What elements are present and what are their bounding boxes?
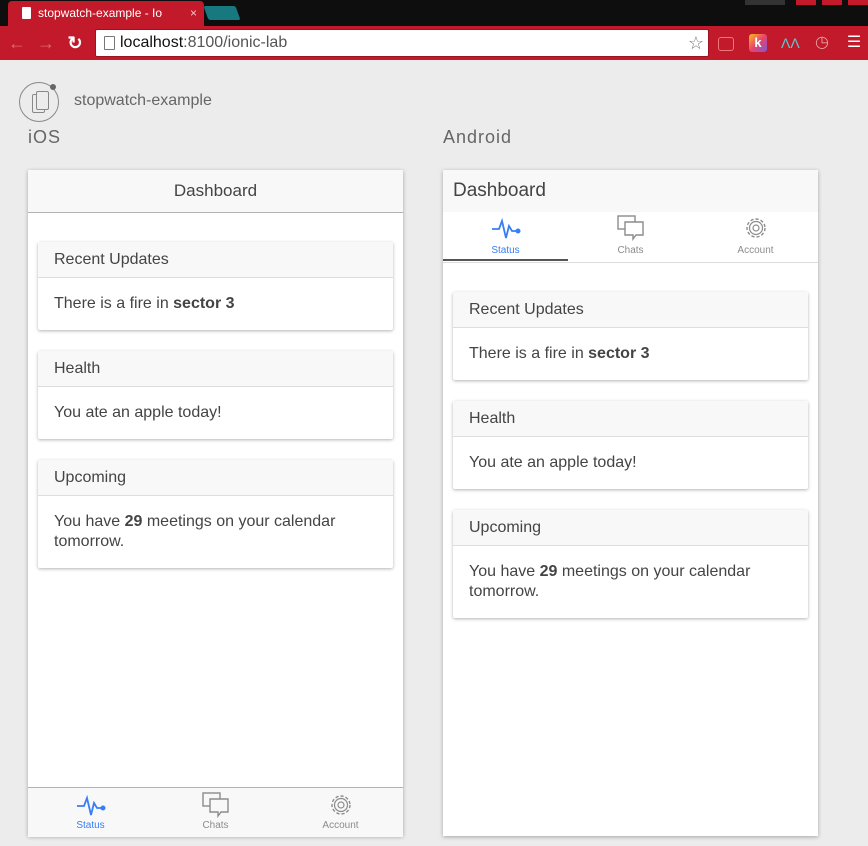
android-platform-label: Android xyxy=(443,127,513,147)
page-icon xyxy=(22,7,31,19)
tab-chats[interactable]: Chats xyxy=(568,212,693,261)
pulse-icon xyxy=(491,217,520,239)
chat-bubbles-icon xyxy=(616,215,644,242)
card-header: Recent Updates xyxy=(38,242,393,278)
tab-label: Status xyxy=(76,820,105,831)
clock-extension-icon[interactable]: ◷ xyxy=(813,34,831,52)
menu-icon[interactable]: ☰ xyxy=(845,34,863,52)
close-tab-icon[interactable]: × xyxy=(190,1,197,26)
ionic-lab-logo xyxy=(19,82,59,122)
card-health: Health You ate an apple today! xyxy=(453,401,808,489)
card-body: You have 29 meetings on your calendar to… xyxy=(54,513,336,550)
android-tab-bar: Status Chats Account xyxy=(443,212,818,263)
tab-label: Chats xyxy=(617,245,644,256)
browser-toolbar: ← → ↻ localhost:8100/ionic-lab ☆ k ΛΛ ◷ … xyxy=(0,26,868,60)
android-device-preview: Dashboard Status Chats Account Recent Up… xyxy=(443,170,818,836)
reload-icon[interactable]: ↻ xyxy=(63,31,87,55)
gear-icon xyxy=(330,795,351,815)
tab-label: Status xyxy=(491,245,520,256)
url-path: :8100/ionic-lab xyxy=(183,34,288,51)
back-icon[interactable]: ← xyxy=(5,31,29,55)
app-name: stopwatch-example xyxy=(74,92,212,109)
tab-account[interactable]: Account xyxy=(278,788,403,837)
tab-status[interactable]: Status xyxy=(28,788,153,837)
tab-status[interactable]: Status xyxy=(443,212,568,261)
card-body: You ate an apple today! xyxy=(54,404,222,421)
card-upcoming: Upcoming You have 29 meetings on your ca… xyxy=(453,510,808,618)
card-header: Upcoming xyxy=(38,460,393,496)
card-body: You have 29 meetings on your calendar to… xyxy=(469,563,751,600)
card-header: Upcoming xyxy=(453,510,808,546)
card-header: Health xyxy=(38,351,393,387)
new-tab-button[interactable] xyxy=(203,6,241,20)
android-toolbar-title: Dashboard xyxy=(443,170,818,212)
forward-icon[interactable]: → xyxy=(34,31,58,55)
close-window-button[interactable] xyxy=(848,0,868,5)
ios-device-preview: Dashboard Recent Updates There is a fire… xyxy=(28,170,403,837)
address-bar[interactable]: localhost:8100/ionic-lab ☆ xyxy=(95,29,709,57)
card-upcoming: Upcoming You have 29 meetings on your ca… xyxy=(38,460,393,568)
ios-platform-label: iOS xyxy=(28,127,62,147)
k-extension-icon[interactable]: k xyxy=(749,34,767,52)
minimize-button[interactable] xyxy=(796,0,816,5)
url-text: localhost:8100/ionic-lab xyxy=(120,30,287,56)
maximize-button[interactable] xyxy=(822,0,842,5)
card-body: There is a fire in sector 3 xyxy=(469,345,650,362)
card-recent-updates: Recent Updates There is a fire in sector… xyxy=(453,292,808,380)
ios-tab-bar: Status Chats Account xyxy=(28,787,403,837)
cast-icon[interactable] xyxy=(718,37,734,51)
browser-tab[interactable]: stopwatch-example - Io × xyxy=(8,1,204,26)
window-profile-button[interactable] xyxy=(745,0,785,5)
card-health: Health You ate an apple today! xyxy=(38,351,393,439)
tab-label: Chats xyxy=(202,820,229,831)
chat-bubbles-icon xyxy=(201,792,229,819)
card-body: You ate an apple today! xyxy=(469,454,637,471)
card-header: Health xyxy=(453,401,808,437)
browser-tab-strip: stopwatch-example - Io × xyxy=(0,0,868,26)
url-host: localhost xyxy=(120,34,184,51)
card-body: There is a fire in sector 3 xyxy=(54,295,235,312)
tab-title: stopwatch-example - Io xyxy=(38,6,163,20)
ios-nav-title: Dashboard xyxy=(28,170,403,213)
card-recent-updates: Recent Updates There is a fire in sector… xyxy=(38,242,393,330)
tab-label: Account xyxy=(737,245,774,256)
gear-icon xyxy=(745,218,766,238)
pulse-icon xyxy=(76,794,105,816)
tab-label: Account xyxy=(322,820,359,831)
m-extension-icon[interactable]: ΛΛ xyxy=(781,34,800,52)
tab-account[interactable]: Account xyxy=(693,212,818,261)
tab-chats[interactable]: Chats xyxy=(153,788,278,837)
card-header: Recent Updates xyxy=(453,292,808,328)
bookmark-star-icon[interactable]: ☆ xyxy=(688,30,704,56)
page-icon xyxy=(104,36,115,50)
